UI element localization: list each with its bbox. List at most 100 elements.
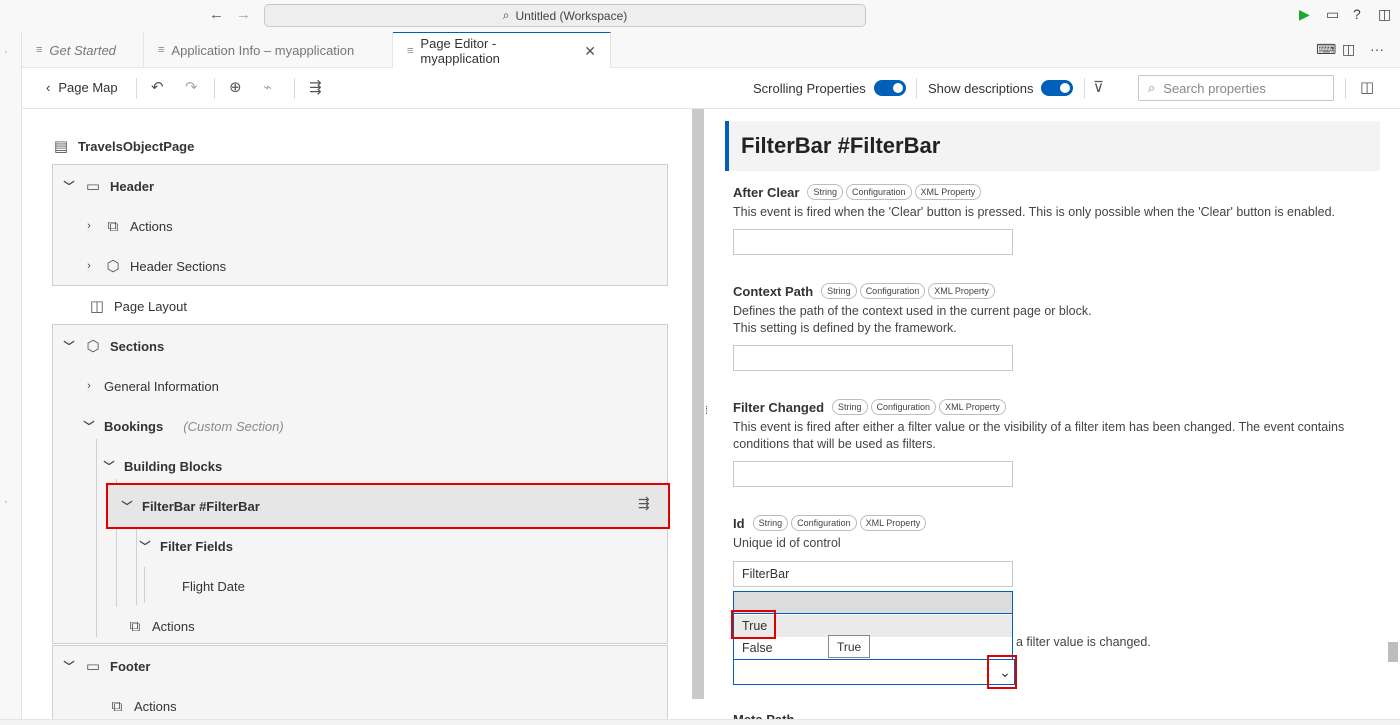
tree-item-flight-date[interactable]: Flight Date [182,575,245,597]
tree-label: Footer [110,658,151,674]
page-editor-toolbar: ‹ Page Map ↶ ↷ ⊕ ⌁ ⇶ Scrolling Propertie… [22,68,1400,109]
prop-label: Id [733,515,745,531]
tree-item-footer[interactable]: ﹀ ▭ Footer [62,655,151,677]
divider [1345,78,1346,99]
tree-item-bookings[interactable]: ﹀ Bookings (Custom Section) [82,415,284,437]
tree-label: Actions [152,618,195,634]
page-map-button[interactable]: ‹ Page Map [46,80,118,95]
tag-string: String [752,515,789,531]
tree-label: Building Blocks [124,458,223,474]
chevron-down-icon: ﹀ [103,461,115,473]
chevron-right-icon: › [87,380,91,392]
tree-item-header-actions[interactable]: › ⧉ Actions [82,215,173,237]
context-path-input[interactable] [733,345,1013,371]
tab-label: Page Editor - myapplication [420,36,500,66]
tree-label: Actions [130,218,173,234]
tree-item-footer-actions[interactable]: ⧉ Actions [108,695,177,717]
tree-item-sections[interactable]: ﹀ ⬡ Sections [62,335,165,357]
search-icon: ⌕ [502,8,510,22]
after-clear-input[interactable] [733,229,1013,255]
prop-after-clear: After Clear String Configuration XML Pro… [733,184,982,200]
editor-tab-bar: ≡ Get Started ≡ Application Info – myapp… [22,32,1400,69]
drag-handle-icon[interactable]: ⁞ [705,405,708,417]
command-center[interactable]: ⌕ Untitled (Workspace) [264,4,866,27]
tag-configuration: Configuration [870,399,937,415]
divider [214,78,215,99]
layout-icon[interactable]: ▭ [1326,6,1339,23]
id-input[interactable]: FilterBar [733,561,1013,587]
tree-label: Filter Fields [160,538,233,554]
live-mode-select[interactable] [733,659,1015,685]
filter-icon[interactable]: ⊽ [1093,78,1104,96]
prop-description: Unique id of control [733,536,841,550]
globe-icon[interactable]: ⊕ [229,78,242,96]
tree-item-header-sections[interactable]: › ⬡ Header Sections [82,255,226,277]
brush-icon[interactable]: ⌁ [263,78,272,96]
page-icon: ▤ [53,138,69,155]
tree-label: Flight Date [182,578,245,594]
help-icon[interactable]: ? [1353,6,1361,22]
panel-splitter[interactable] [692,109,704,699]
undo-icon[interactable]: ↶ [151,78,164,96]
tree-label: Actions [134,698,177,714]
tag-string: String [821,283,857,299]
more-actions-icon[interactable]: ··· [1370,41,1384,57]
tree-root[interactable]: ▤ TravelsObjectPage [52,135,194,157]
dropdown-button-highlight [987,655,1017,689]
tree-label: General Information [104,378,219,394]
panel-layout-icon[interactable]: ◫ [1378,6,1391,23]
search-placeholder: Search properties [1163,80,1266,96]
footer-icon: ▭ [85,658,101,675]
forward-arrow-icon[interactable]: → [236,6,251,23]
tag-xml-property: XML Property [928,283,995,299]
tree-label: Sections [110,338,165,354]
section-header: FilterBar #FilterBar [725,121,1380,171]
outline-icon[interactable]: ⇶ [309,78,322,96]
tab-page-editor[interactable]: ≡ Page Editor - myapplication ✕ [393,32,611,69]
prop-label: Context Path [733,283,814,299]
status-bar [0,719,1400,725]
activity-dot-icon: · [4,496,8,508]
scrolling-properties-label: Scrolling Properties [753,81,866,96]
tree-guide-line [136,529,137,605]
puzzle-icon: ⬡ [106,258,120,275]
tree-label: Header Sections [130,258,227,274]
page-map-tree: ▤ TravelsObjectPage ﹀ ▭ Header › ⧉ Actio… [22,109,692,725]
scrolling-properties-toggle[interactable] [874,80,906,96]
prop-id: Id String Configuration XML Property [733,515,927,531]
page-map-label: Page Map [58,80,118,95]
toggle-panel-icon[interactable]: ◫ [1360,78,1374,96]
tab-get-started[interactable]: ≡ Get Started [22,32,144,68]
prop-label: Filter Changed [733,399,825,415]
tab-application-info[interactable]: ≡ Application Info – myapplication [144,32,393,68]
tree-item-filterbar-actions[interactable]: ⧉ Actions [126,615,195,637]
filter-changed-input[interactable] [733,461,1013,487]
tree-item-filter-fields[interactable]: ﹀ Filter Fields [138,535,233,557]
tree-item-header[interactable]: ﹀ ▭ Header [62,175,155,197]
tree-label: Header [110,178,155,194]
tree-guide-line [144,567,145,603]
chevron-right-icon: › [87,260,91,272]
file-icon: ≡ [158,44,165,56]
terminal-icon[interactable]: ⌨ [1316,41,1336,58]
dropdown-option-false[interactable]: False [734,637,1012,659]
activity-bar: · · [0,32,22,725]
search-properties-input[interactable]: ⌕ Search properties [1138,75,1334,101]
custom-section-tag: (Custom Section) [183,418,284,434]
run-icon[interactable]: ▶ [1299,6,1310,23]
app-window: ← → ⌕ Untitled (Workspace) ▶ ▭ ? ◫ · · ≡… [0,0,1400,725]
show-descriptions-toggle[interactable] [1041,80,1073,96]
chevron-down-icon: ﹀ [63,661,75,673]
split-editor-icon[interactable]: ◫ [1342,41,1355,58]
redo-icon[interactable]: ↷ [185,78,198,96]
close-icon[interactable]: ✕ [584,43,596,60]
tab-label: Get Started [49,42,116,58]
tree-item-general-information[interactable]: › General Information [82,375,219,397]
divider [136,78,137,99]
tree-item-page-layout[interactable]: ◫ Page Layout [88,295,187,317]
chevron-left-icon: ‹ [46,80,51,95]
tree-item-building-blocks[interactable]: ﹀ Building Blocks [102,455,223,477]
layout-icon: ◫ [89,298,105,315]
scrollbar[interactable] [1388,642,1398,662]
back-arrow-icon[interactable]: ← [209,6,224,23]
